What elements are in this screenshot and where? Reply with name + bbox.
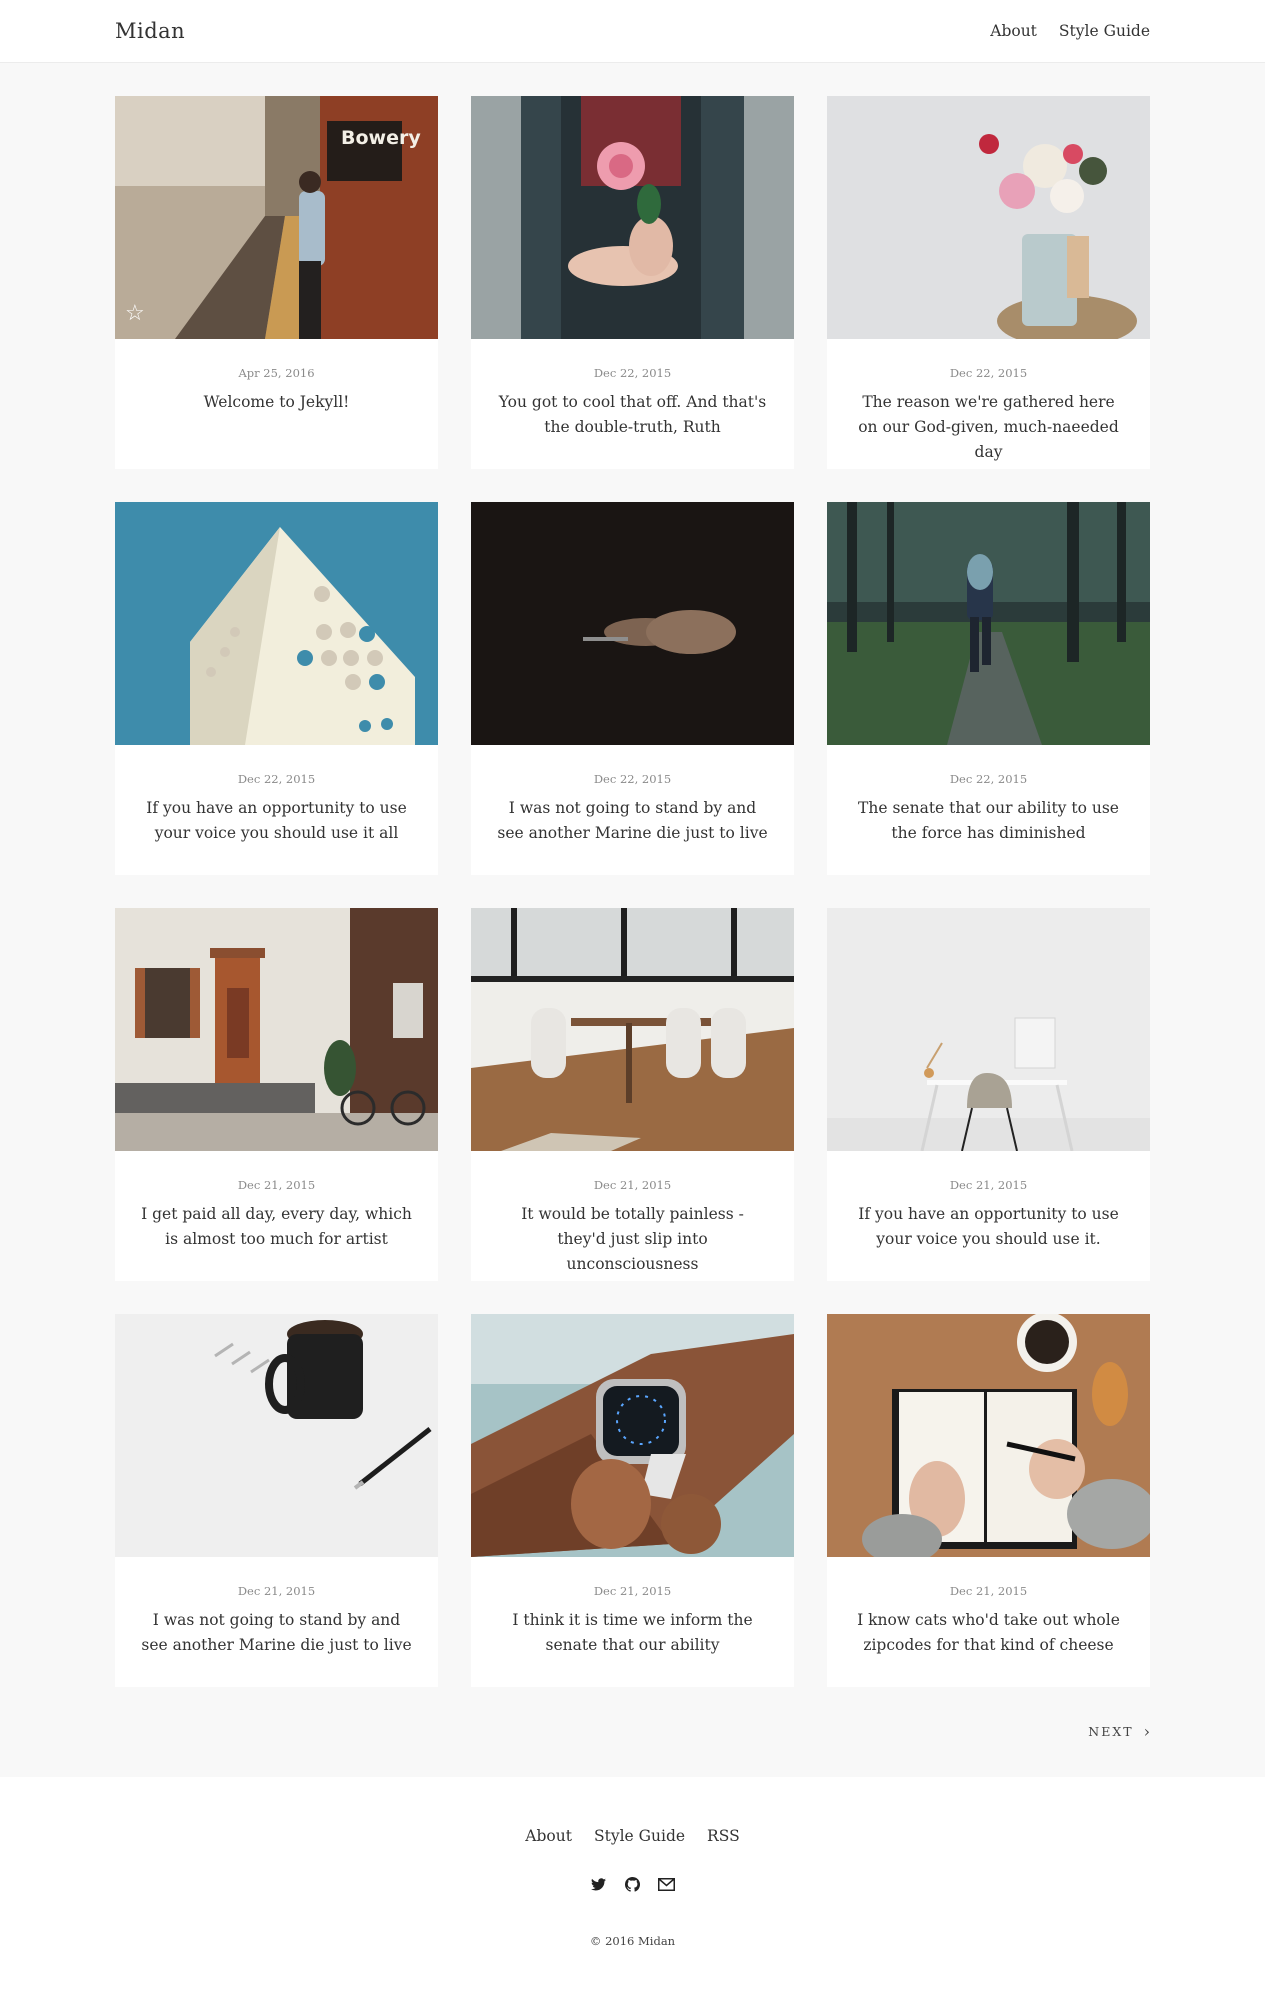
- post-image-flower-vase[interactable]: [827, 96, 1150, 339]
- next-label: NEXT: [1088, 1724, 1134, 1739]
- post-title-link[interactable]: I think it is time we inform the senate …: [495, 1608, 770, 1658]
- post-card[interactable]: Dec 21, 2015 I know cats who'd take out …: [827, 1314, 1150, 1687]
- post-title-link[interactable]: The senate that our ability to use the f…: [851, 796, 1126, 846]
- post-card[interactable]: Dec 22, 2015 You got to cool that off. A…: [471, 96, 794, 469]
- star-outline-icon[interactable]: ☆: [125, 303, 145, 325]
- post-image-hiker-forest[interactable]: [827, 502, 1150, 745]
- post-image-white-building[interactable]: [115, 502, 438, 745]
- footer-style-guide-link[interactable]: Style Guide: [594, 1827, 685, 1845]
- post-image-dining-room[interactable]: [471, 908, 794, 1151]
- footer-rss-link[interactable]: RSS: [707, 1827, 740, 1845]
- post-image-smartwatch[interactable]: [471, 1314, 794, 1557]
- post-date: Dec 22, 2015: [237, 772, 316, 786]
- post-card[interactable]: Dec 21, 2015 If you have an opportunity …: [827, 908, 1150, 1281]
- post-card[interactable]: Dec 22, 2015 The reason we're gathered h…: [827, 96, 1150, 469]
- post-card[interactable]: Dec 21, 2015 I think it is time we infor…: [471, 1314, 794, 1687]
- post-card[interactable]: Dec 21, 2015 It would be totally painles…: [471, 908, 794, 1281]
- post-image-coffee-cup[interactable]: [115, 1314, 438, 1557]
- post-image-hands-dark-phone[interactable]: [471, 502, 794, 745]
- post-date: Apr 25, 2016: [238, 366, 315, 380]
- post-grid: Bowery ☆ Apr 25, 2016 Welcome to Jekyll!: [115, 96, 1150, 1687]
- post-title-link[interactable]: It would be totally painless - they'd ju…: [495, 1202, 770, 1277]
- post-title-link[interactable]: If you have an opportunity to use your v…: [139, 796, 414, 846]
- nav-about-link[interactable]: About: [990, 22, 1037, 40]
- nav-style-guide-link[interactable]: Style Guide: [1059, 22, 1150, 40]
- github-icon[interactable]: [624, 1875, 642, 1893]
- site-header: Midan About Style Guide: [0, 0, 1265, 63]
- post-title-link[interactable]: If you have an opportunity to use your v…: [851, 1202, 1126, 1252]
- footer-nav: About Style Guide RSS: [0, 1827, 1265, 1845]
- post-date: Dec 22, 2015: [949, 366, 1028, 380]
- post-title-link[interactable]: I get paid all day, every day, which is …: [139, 1202, 414, 1252]
- post-card[interactable]: Dec 22, 2015 I was not going to stand by…: [471, 502, 794, 875]
- post-card[interactable]: Dec 22, 2015 If you have an opportunity …: [115, 502, 438, 875]
- post-image-desk-chair[interactable]: [827, 908, 1150, 1151]
- post-title-link[interactable]: You got to cool that off. And that's the…: [495, 390, 770, 440]
- post-title-link[interactable]: I was not going to stand by and see anot…: [495, 796, 770, 846]
- twitter-icon[interactable]: [590, 1875, 608, 1893]
- site-logo[interactable]: Midan: [115, 19, 185, 43]
- email-icon[interactable]: [658, 1875, 676, 1893]
- social-links: [0, 1875, 1265, 1893]
- post-card[interactable]: Bowery ☆ Apr 25, 2016 Welcome to Jekyll!: [115, 96, 438, 469]
- footer-about-link[interactable]: About: [525, 1827, 572, 1845]
- copyright-text: © 2016 Midan: [589, 1934, 676, 1948]
- bowery-sign-text: Bowery: [341, 127, 421, 149]
- post-image-townhouse-bicycle[interactable]: [115, 908, 438, 1151]
- post-image-notebook-writing[interactable]: [827, 1314, 1150, 1557]
- post-date: Dec 21, 2015: [593, 1178, 672, 1192]
- post-card[interactable]: Dec 21, 2015 I get paid all day, every d…: [115, 908, 438, 1281]
- post-date: Dec 21, 2015: [949, 1584, 1028, 1598]
- post-date: Dec 22, 2015: [949, 772, 1028, 786]
- post-title-link[interactable]: The reason we're gathered here on our Go…: [851, 390, 1126, 465]
- post-title-link[interactable]: I know cats who'd take out whole zipcode…: [851, 1608, 1126, 1658]
- post-date: Dec 21, 2015: [237, 1584, 316, 1598]
- post-date: Dec 21, 2015: [593, 1584, 672, 1598]
- post-card[interactable]: Dec 22, 2015 The senate that our ability…: [827, 502, 1150, 875]
- post-title-link[interactable]: Welcome to Jekyll!: [139, 390, 414, 415]
- chevron-right-icon: ›: [1143, 1722, 1150, 1741]
- post-image-subway-station[interactable]: Bowery ☆: [115, 96, 438, 339]
- post-date: Dec 21, 2015: [949, 1178, 1028, 1192]
- site-footer: About Style Guide RSS © 2016 Midan: [0, 1777, 1265, 1999]
- post-title-link[interactable]: I was not going to stand by and see anot…: [139, 1608, 414, 1658]
- post-image-hands-holding-flower[interactable]: [471, 96, 794, 339]
- top-nav: About Style Guide: [990, 22, 1150, 40]
- next-page-link[interactable]: NEXT ›: [1088, 1722, 1150, 1741]
- post-date: Dec 22, 2015: [593, 772, 672, 786]
- post-date: Dec 21, 2015: [237, 1178, 316, 1192]
- post-card[interactable]: Dec 21, 2015 I was not going to stand by…: [115, 1314, 438, 1687]
- post-date: Dec 22, 2015: [593, 366, 672, 380]
